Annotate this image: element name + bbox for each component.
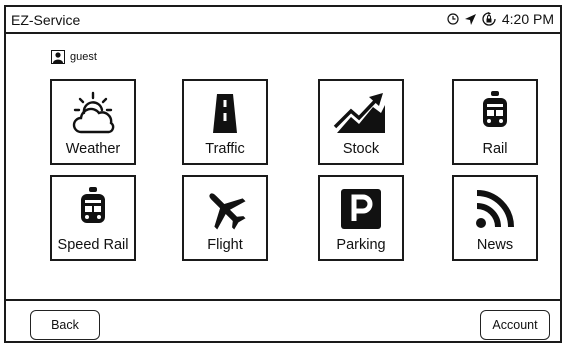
tile-label: Traffic — [205, 141, 245, 157]
user-indicator: guest — [51, 50, 97, 64]
tile-label: Weather — [65, 141, 121, 157]
train-icon — [454, 91, 536, 135]
username: guest — [70, 51, 97, 63]
tile-rail[interactable]: Rail — [452, 79, 538, 165]
tile-label: Flight — [207, 237, 243, 253]
tile-label: Stock — [342, 141, 380, 157]
tile-traffic[interactable]: Traffic — [182, 79, 268, 165]
tile-label: News — [476, 237, 514, 253]
footer-divider — [6, 299, 560, 301]
user-icon — [51, 50, 65, 64]
tile-label: Parking — [336, 237, 386, 253]
stock-chart-icon — [320, 91, 402, 135]
clock-time: 4:20 PM — [501, 11, 554, 27]
location-arrow-icon — [464, 13, 477, 26]
train-icon — [52, 187, 134, 231]
tile-news[interactable]: News — [452, 175, 538, 261]
account-button[interactable]: Account — [480, 310, 550, 340]
tile-weather[interactable]: Weather — [50, 79, 136, 165]
status-bar: EZ-Service 4:20 PM — [6, 7, 560, 34]
app-title: EZ-Service — [11, 12, 81, 28]
road-icon — [184, 91, 266, 135]
airplane-icon — [184, 187, 266, 231]
tile-label: Rail — [482, 141, 508, 157]
back-button[interactable]: Back — [30, 310, 100, 340]
tile-flight[interactable]: Flight — [182, 175, 268, 261]
alarm-clock-icon — [447, 13, 459, 25]
tile-label: Speed Rail — [57, 237, 129, 253]
app-window: EZ-Service 4:20 PM guest Weather Traffic… — [4, 5, 562, 343]
rss-icon — [454, 187, 536, 231]
weather-icon — [52, 91, 134, 135]
tile-speed-rail[interactable]: Speed Rail — [50, 175, 136, 261]
rotation-lock-icon — [482, 12, 497, 26]
parking-icon — [320, 187, 402, 231]
tile-stock[interactable]: Stock — [318, 79, 404, 165]
status-indicators: 4:20 PM — [447, 11, 554, 27]
tile-parking[interactable]: Parking — [318, 175, 404, 261]
